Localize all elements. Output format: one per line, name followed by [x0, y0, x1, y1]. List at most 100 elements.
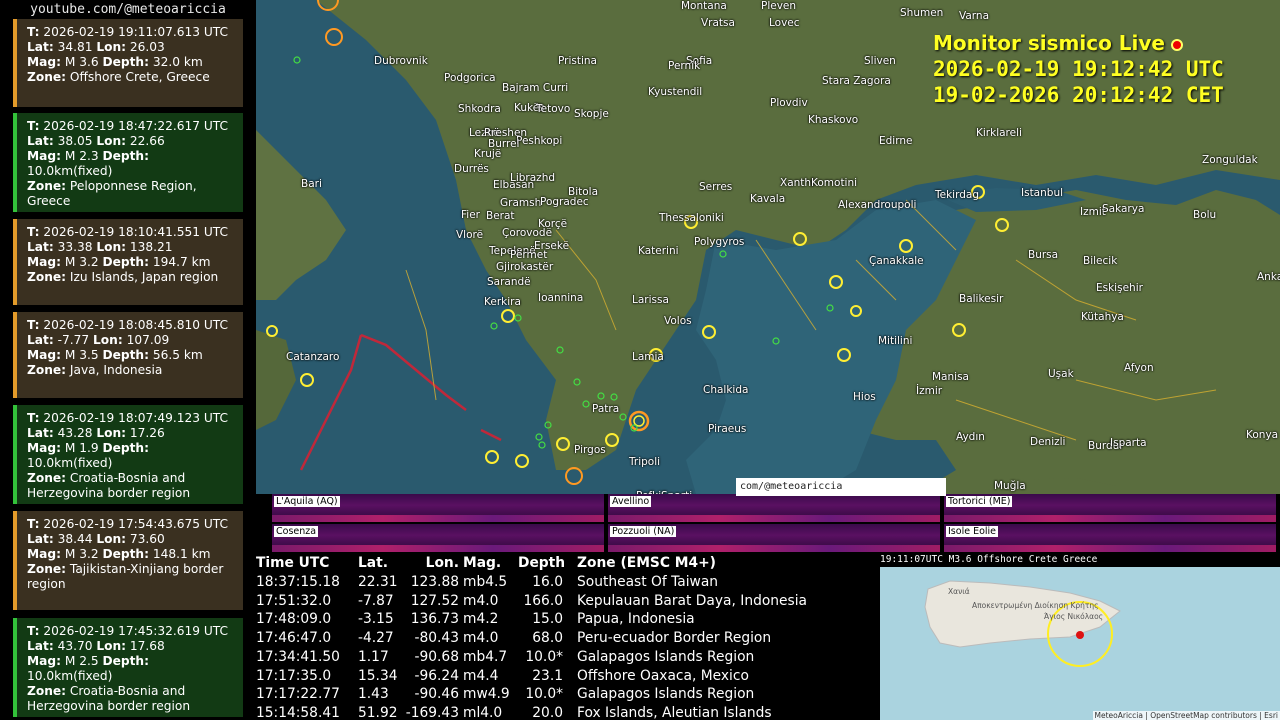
- map-place-label: Bilecik: [1083, 255, 1118, 267]
- inset-map-panel: 19:11:07UTC M3.6 Offshore Crete Greece Χ…: [880, 553, 1280, 720]
- mag-label: Mag:: [27, 348, 61, 362]
- map-place-label: Larissa: [632, 294, 669, 306]
- column-header: Lon.: [425, 555, 459, 571]
- map-place-label: Volos: [664, 315, 692, 327]
- mag-label: Mag:: [27, 255, 61, 269]
- inset-place-label: Χανιά: [948, 587, 970, 596]
- table-cell: m4.0: [463, 592, 499, 609]
- table-cell: 136.73: [410, 611, 459, 628]
- map-place-label: Kavala: [750, 193, 786, 205]
- zone-label: Zone:: [27, 684, 67, 698]
- table-cell: -7.87: [358, 592, 394, 609]
- map-place-label: Kyustendil: [648, 86, 703, 98]
- table-cell: Papua, Indonesia: [577, 611, 695, 628]
- event-depth: 10.0km(fixed): [27, 669, 113, 683]
- lon-label: Lon:: [96, 134, 127, 148]
- event-time: 2026-02-19 18:47:22.617 UTC: [43, 119, 229, 133]
- event-card[interactable]: T: 2026-02-19 18:47:22.617 UTC Lat: 38.05…: [13, 113, 243, 212]
- map-place-label: Ioannina: [538, 292, 584, 304]
- event-card[interactable]: T: 2026-02-19 19:11:07.613 UTC Lat: 34.81…: [13, 19, 243, 107]
- zone-label: Zone:: [27, 363, 67, 377]
- event-time: 2026-02-19 19:11:07.613 UTC: [43, 25, 229, 39]
- table-cell: Galapagos Islands Region: [577, 686, 755, 703]
- map-place-label: Piraeus: [708, 423, 747, 435]
- map-place-label: Balikesir: [959, 293, 1004, 305]
- table-cell: Kepulauan Barat Daya, Indonesia: [577, 592, 807, 609]
- event-zone: Offshore Crete, Greece: [69, 70, 210, 84]
- table-cell: mb4.5: [463, 574, 508, 590]
- map-place-label: Shumen: [900, 7, 944, 19]
- map-attribution: MeteoAriccia | OpenStreetMap contributor…: [1092, 711, 1280, 720]
- event-lon: 73.60: [129, 532, 165, 546]
- map-place-label: Sakarya: [1102, 203, 1145, 215]
- table-cell: 16.0: [532, 574, 563, 590]
- depth-label: Depth:: [102, 654, 149, 668]
- inset-map[interactable]: Χανιά Αποκεντρωμένη Διοίκηση Κρήτης Άγιος …: [880, 567, 1280, 720]
- column-header: Time UTC: [256, 555, 330, 571]
- depth-label: Depth:: [102, 149, 149, 163]
- map-place-label: Polygyros: [694, 236, 745, 248]
- emsc-event-table: Time UTC Lat. Lon. Mag. Depth Zone (EMSC M4+)…: [256, 554, 876, 720]
- time-label: T:: [27, 119, 40, 133]
- map-place-label: Bajram Curri: [502, 82, 569, 94]
- map-place-label: Ankara: [1257, 271, 1280, 283]
- map-place-label: Alexandroupoli: [838, 199, 917, 211]
- event-lon: 107.09: [126, 333, 170, 347]
- table-cell: 18:37:15.18: [256, 574, 340, 590]
- event-lat: 38.05: [57, 134, 93, 148]
- table-cell: 10.0*: [525, 686, 563, 703]
- lat-label: Lat:: [27, 532, 54, 546]
- event-card[interactable]: T: 2026-02-19 18:10:41.551 UTC Lat: 33.38…: [13, 219, 243, 305]
- event-lat: 43.28: [57, 426, 93, 440]
- map-place-label: Pirgos: [574, 444, 606, 456]
- event-lon: 138.21: [129, 240, 173, 254]
- map-place-label: Tetovo: [536, 103, 571, 115]
- table-cell: 10.0*: [525, 648, 563, 665]
- event-card[interactable]: T: 2026-02-19 18:07:49.123 UTC Lat: 43.28…: [13, 405, 243, 504]
- live-monitor-header: Monitor sismico Live 2026-02-19 19:12:42…: [933, 30, 1224, 108]
- event-lon: 17.68: [129, 639, 165, 653]
- spectrogram-panel: Pozzuoli (NA): [608, 524, 940, 552]
- table-cell: -4.27: [358, 630, 394, 647]
- map-place-label: Komotini: [811, 177, 858, 189]
- table-cell: 17:51:32.0: [256, 592, 332, 609]
- map-place-label: Podgorica: [444, 72, 496, 84]
- column-header: Lat.: [358, 555, 388, 571]
- map-place-label: Zonguldak: [1202, 154, 1258, 166]
- table-cell: -90.46: [414, 686, 459, 703]
- lon-label: Lon:: [96, 532, 127, 546]
- table-cell: 17:46:47.0: [256, 630, 332, 647]
- zone-label: Zone:: [27, 471, 67, 485]
- time-label: T:: [27, 225, 40, 239]
- table-cell: Southeast Of Taiwan: [577, 574, 719, 590]
- map-place-label: Bari: [301, 178, 322, 190]
- event-mag: M 3.2: [64, 255, 99, 269]
- time-label: T:: [27, 411, 40, 425]
- overlay-caption: com/@meteoariccia: [736, 478, 946, 496]
- station-label: Avellino: [610, 496, 652, 507]
- map-place-label: Pleven: [761, 0, 797, 12]
- map-place-label: Kirklareli: [976, 127, 1022, 139]
- event-depth: 148.1 km: [152, 547, 211, 561]
- map-place-label: Uşak: [1048, 368, 1074, 380]
- map-place-label: Catanzaro: [286, 351, 340, 363]
- event-depth: 32.0 km: [152, 55, 203, 69]
- lon-label: Lon:: [96, 426, 127, 440]
- station-label: Isole Eolie: [946, 526, 999, 537]
- event-zone: Java, Indonesia: [69, 363, 163, 377]
- table-cell: mw4.9: [463, 686, 510, 703]
- spectrogram-strip: L'Aquila (AQ) Avellino Tortorici (ME) Cosen…: [256, 494, 1280, 553]
- map-place-label: Serres: [699, 181, 733, 193]
- table-cell: m4.4: [463, 667, 499, 684]
- depth-label: Depth:: [102, 348, 149, 362]
- map-place-label: Thessaloniki: [659, 212, 724, 224]
- event-lat: 38.44: [57, 532, 93, 546]
- map-place-label: Durrës: [454, 163, 489, 175]
- event-lat: 34.81: [57, 40, 93, 54]
- event-card[interactable]: T: 2026-02-19 17:45:32.619 UTC Lat: 43.70…: [13, 618, 243, 717]
- event-card[interactable]: T: 2026-02-19 17:54:43.675 UTC Lat: 38.44…: [13, 511, 243, 610]
- event-card[interactable]: T: 2026-02-19 18:08:45.810 UTC Lat: -7.77…: [13, 312, 243, 398]
- table-cell: Galapagos Islands Region: [577, 648, 755, 665]
- event-depth: 56.5 km: [152, 348, 203, 362]
- lat-label: Lat:: [27, 134, 54, 148]
